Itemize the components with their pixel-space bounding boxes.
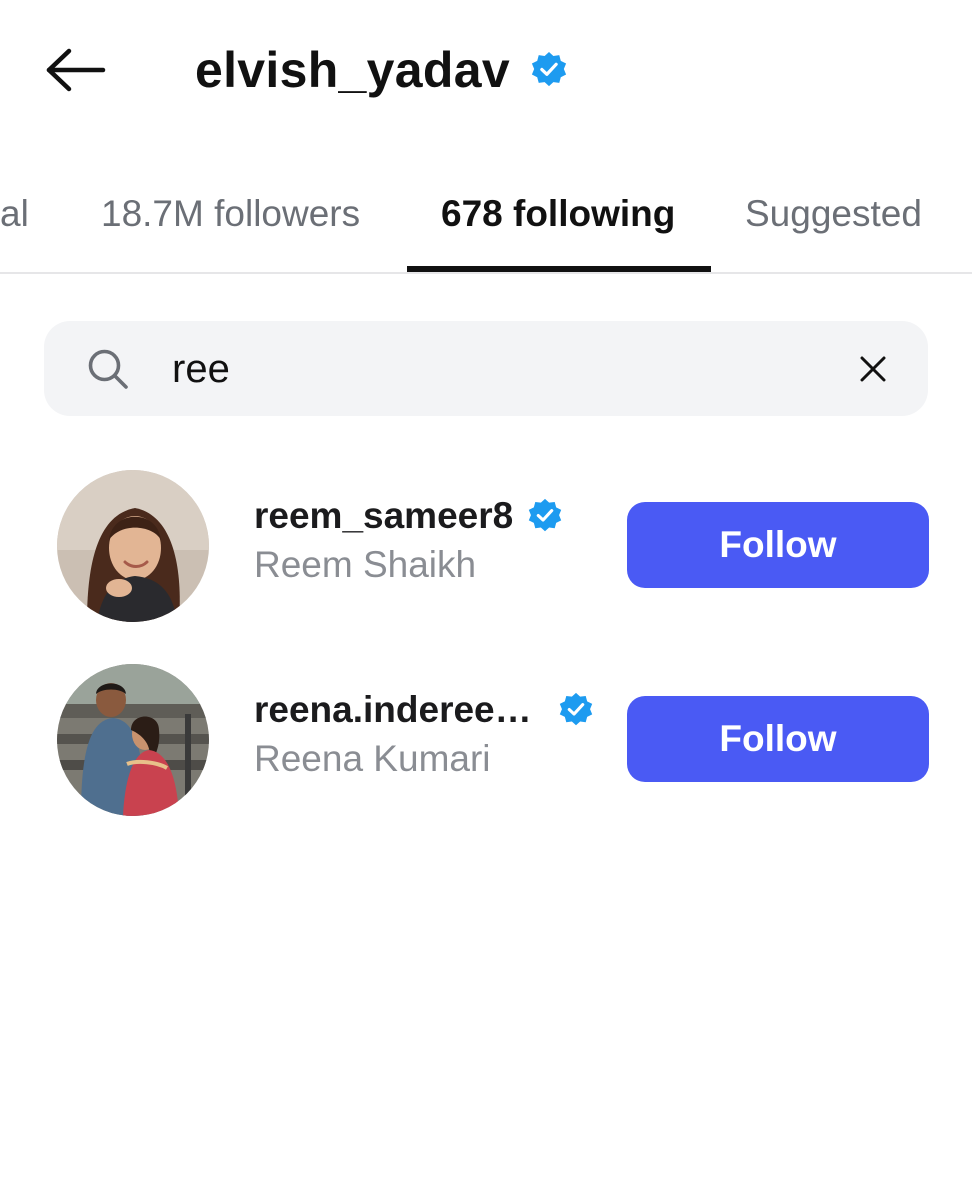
avatar[interactable] bbox=[57, 664, 209, 816]
search-input[interactable] bbox=[172, 339, 812, 399]
follow-button[interactable]: Follow bbox=[627, 502, 929, 588]
tab-suggested[interactable]: Suggested bbox=[745, 184, 922, 244]
verified-badge-icon bbox=[558, 692, 594, 728]
clear-search-button[interactable] bbox=[850, 346, 896, 392]
profile-title: elvish_yadav bbox=[195, 38, 568, 102]
close-icon bbox=[860, 356, 886, 382]
tab-mutual[interactable]: al bbox=[0, 184, 29, 244]
username: reem_sameer8 bbox=[254, 495, 514, 536]
page-title: elvish_yadav bbox=[195, 42, 510, 98]
top-bar: elvish_yadav bbox=[0, 0, 972, 140]
tab-following[interactable]: 678 following bbox=[441, 184, 675, 244]
active-tab-indicator bbox=[407, 266, 711, 272]
username-link[interactable]: reem_sameer8 bbox=[254, 492, 563, 540]
full-name: Reem Shaikh bbox=[254, 544, 477, 585]
verified-badge-icon bbox=[527, 498, 563, 534]
username: reena.inderee… bbox=[254, 689, 532, 730]
avatar[interactable] bbox=[57, 470, 209, 622]
follow-button[interactable]: Follow bbox=[627, 696, 929, 782]
username-link[interactable]: reena.inderee… bbox=[254, 686, 594, 734]
list-item[interactable]: reena.inderee… Reena Kumari Follow bbox=[0, 664, 972, 824]
tab-followers[interactable]: 18.7M followers bbox=[101, 184, 360, 244]
profile-tabs: al 18.7M followers 678 following Suggest… bbox=[0, 160, 972, 272]
back-button[interactable] bbox=[40, 40, 110, 100]
search-bar bbox=[44, 321, 928, 416]
tabs-divider bbox=[0, 272, 972, 274]
verified-badge-icon bbox=[530, 51, 568, 89]
arrow-left-icon bbox=[46, 48, 106, 92]
search-icon bbox=[86, 347, 130, 391]
list-item[interactable]: reem_sameer8 Reem Shaikh Follow bbox=[0, 470, 972, 630]
full-name: Reena Kumari bbox=[254, 738, 491, 779]
